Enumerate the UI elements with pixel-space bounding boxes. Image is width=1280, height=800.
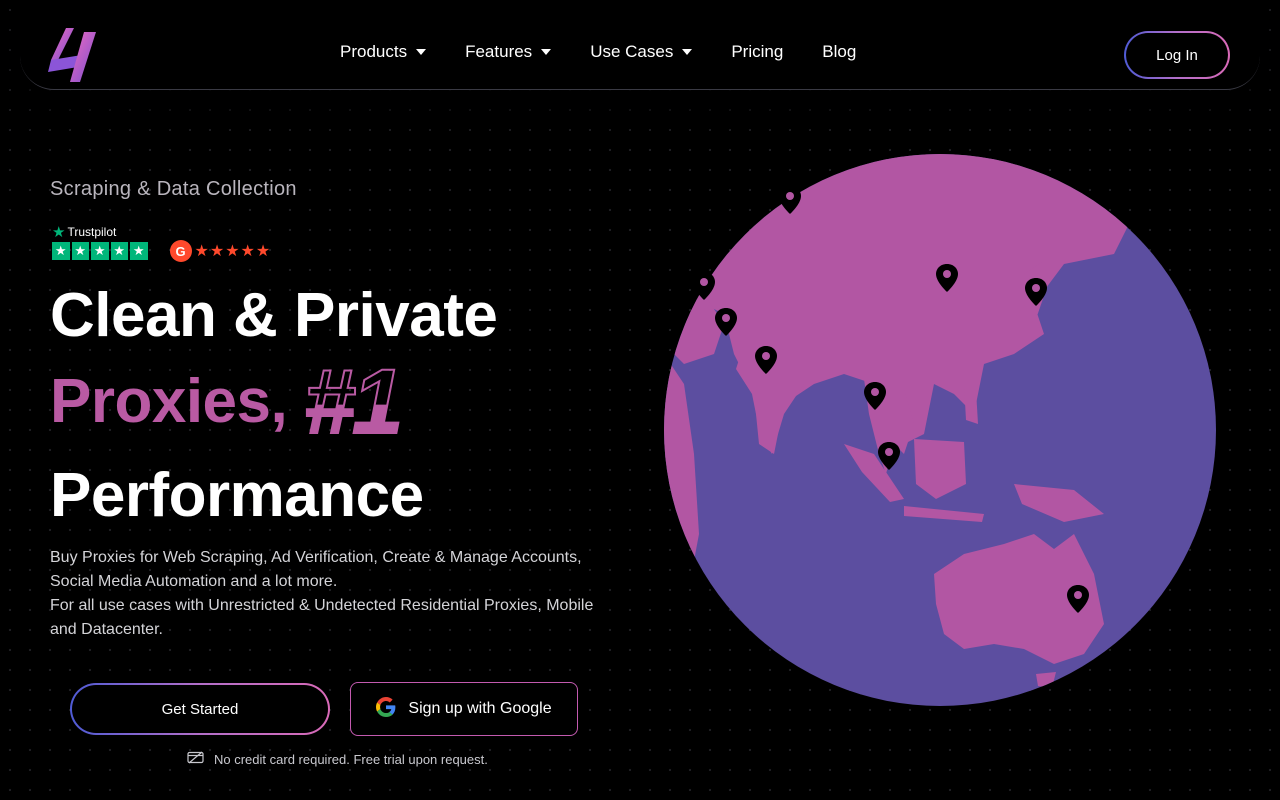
- g2-star-icon: ★: [240, 243, 255, 260]
- headline-line-3: Performance: [50, 461, 424, 530]
- trustpilot-star-icon: ★: [130, 242, 148, 260]
- trustpilot-star-icon: ★: [71, 242, 89, 260]
- trustpilot-star-icon: ★: [52, 242, 70, 260]
- get-started-button[interactable]: Get Started: [70, 683, 330, 735]
- g2-stars: ★★★★★: [195, 241, 272, 261]
- description-line-1: Buy Proxies for Web Scraping, Ad Verific…: [50, 549, 582, 590]
- g2-star-icon: ★: [255, 243, 271, 260]
- g2-star-icon: ★: [225, 243, 240, 260]
- number-one-badge: #1 #1: [303, 350, 404, 455]
- no-credit-card-note: No credit card required. Free trial upon…: [187, 751, 488, 767]
- note-text: No credit card required. Free trial upon…: [214, 751, 488, 767]
- g2-rating[interactable]: G ★★★★★: [169, 240, 272, 262]
- hero-eyebrow: Scraping & Data Collection: [50, 178, 297, 200]
- chevron-down-icon: [541, 49, 552, 55]
- trustpilot-stars: ★ ★ ★ ★ ★: [52, 242, 150, 260]
- menu-item-label: Pricing: [731, 42, 784, 61]
- menu-item-label: Products: [340, 42, 408, 61]
- menu-item-products[interactable]: Products: [340, 42, 427, 62]
- menu-item-pricing[interactable]: Pricing: [731, 42, 783, 62]
- trustpilot-star-icon: ★: [110, 242, 128, 260]
- chevron-down-icon: [682, 49, 693, 55]
- google-icon: [376, 696, 396, 722]
- menu-item-use-cases[interactable]: Use Cases: [590, 42, 693, 62]
- g2-star-icon: ★: [194, 243, 209, 260]
- hero-description: Buy Proxies for Web Scraping, Ad Verific…: [50, 546, 620, 642]
- google-signup-label: Sign up with Google: [408, 700, 552, 717]
- menu-item-blog[interactable]: Blog: [822, 42, 856, 62]
- description-line-2: For all use cases with Unrestricted & Un…: [50, 597, 594, 638]
- menu-item-label: Features: [465, 42, 533, 61]
- world-globe: [664, 154, 1216, 706]
- google-signup-button[interactable]: Sign up with Google: [350, 682, 578, 736]
- headline-line-1: Clean & Private: [50, 281, 498, 350]
- trustpilot-star-icon: ★: [91, 242, 109, 260]
- menu-item-label: Use Cases: [590, 42, 674, 61]
- no-card-icon: [187, 751, 204, 767]
- top-navigation: Products Features Use Cases Pricing Blog…: [20, 0, 1260, 90]
- menu-item-label: Blog: [822, 42, 857, 61]
- g2-icon: G: [169, 240, 192, 262]
- menu-item-features[interactable]: Features: [465, 42, 552, 62]
- trustpilot-rating[interactable]: ★ Trustpilot ★ ★ ★ ★ ★: [52, 224, 150, 260]
- trustpilot-logo: ★ Trustpilot: [52, 224, 150, 241]
- headline-line-2: Proxies,: [50, 367, 288, 436]
- chevron-down-icon: [416, 49, 427, 55]
- trustpilot-label: Trustpilot: [67, 225, 117, 239]
- ratings-row: ★ Trustpilot ★ ★ ★ ★ ★ G ★★★★★: [52, 224, 271, 262]
- main-menu: Products Features Use Cases Pricing Blog: [340, 42, 895, 62]
- trustpilot-star-icon: ★: [52, 224, 66, 241]
- login-button[interactable]: Log In: [1124, 31, 1230, 79]
- logo-icon[interactable]: [48, 26, 102, 84]
- g2-star-icon: ★: [209, 243, 225, 260]
